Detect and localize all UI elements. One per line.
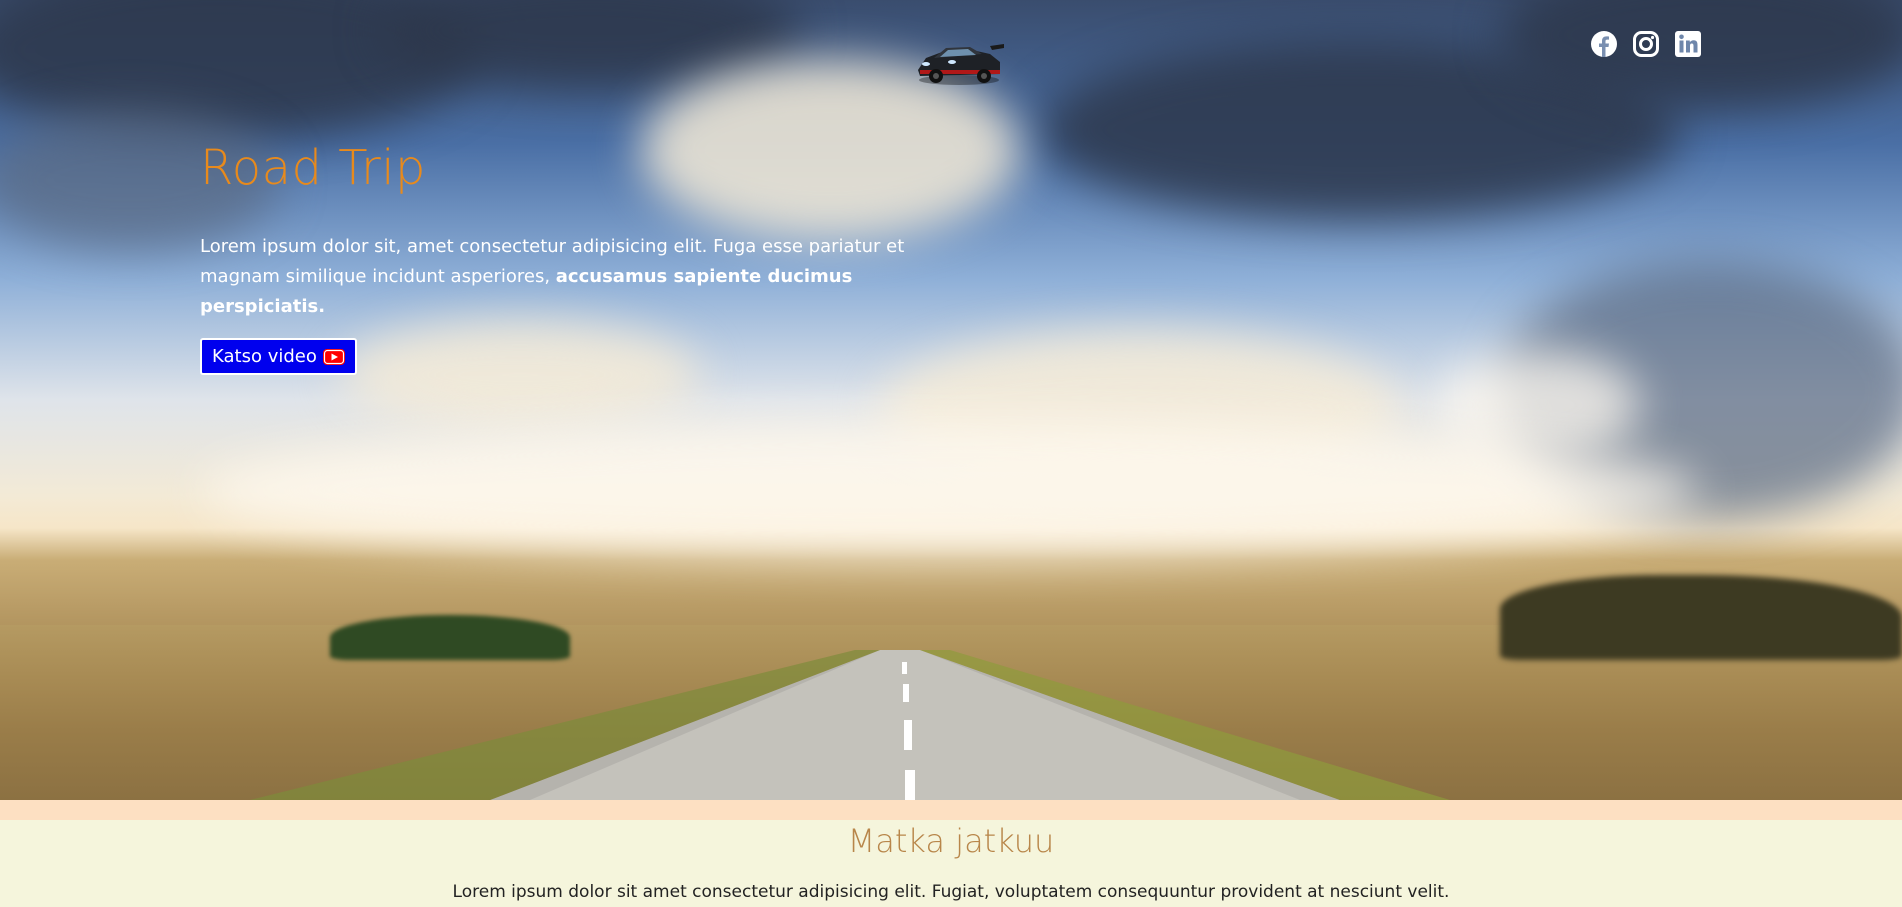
section-title: Matka jatkuu [847,822,1055,860]
watch-video-label: Katso video [212,346,317,367]
watch-video-button[interactable]: Katso video [200,338,357,375]
content-section: Matka jatkuu Lorem ipsum dolor sit amet … [0,820,1902,907]
social-links [1590,30,1702,58]
hero-description: Lorem ipsum dolor sit, amet consectetur … [200,232,960,322]
hero-title: Road Trip [200,140,427,196]
car-logo-icon[interactable] [912,36,1006,88]
linkedin-icon[interactable] [1674,30,1702,58]
tree-cluster [1500,575,1902,660]
youtube-icon [322,348,345,365]
hero-banner: Road Trip Lorem ipsum dolor sit, amet co… [0,0,1902,800]
hero-content: Road Trip Lorem ipsum dolor sit, amet co… [200,140,960,375]
road [0,650,1902,800]
facebook-icon[interactable] [1590,30,1618,58]
section-text: Lorem ipsum dolor sit amet consectetur a… [452,882,1450,902]
instagram-icon[interactable] [1632,30,1660,58]
divider-band [0,800,1902,820]
cloud [200,420,1700,560]
